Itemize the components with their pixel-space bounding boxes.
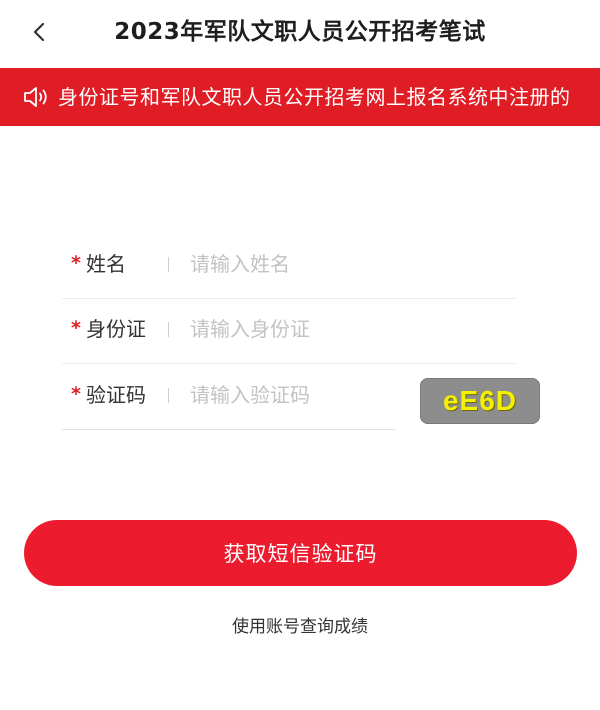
id-card-row: * 身份证 xyxy=(62,297,516,364)
required-mark: * xyxy=(71,317,81,339)
field-separator xyxy=(168,257,169,272)
query-page: 2023年军队文职人员公开招考笔试 身份证号和军队文职人员公开招考网上报名系统中… xyxy=(0,0,600,710)
required-mark: * xyxy=(71,252,81,274)
account-query-link[interactable]: 使用账号查询成绩 xyxy=(0,612,600,637)
name-label: 姓名 xyxy=(86,252,126,276)
captcha-code: eE6D xyxy=(442,385,518,416)
top-bar: 2023年军队文职人员公开招考笔试 xyxy=(0,0,600,66)
id-card-label: 身份证 xyxy=(86,317,146,341)
id-card-input[interactable] xyxy=(190,313,510,345)
field-separator xyxy=(168,322,169,337)
captcha-label: 验证码 xyxy=(86,383,146,407)
name-row: * 姓名 xyxy=(62,232,516,299)
captcha-row: * 验证码 xyxy=(62,363,396,430)
captcha-image[interactable]: eE6D xyxy=(420,378,540,424)
name-input[interactable] xyxy=(190,248,510,280)
notice-bar: 身份证号和军队文职人员公开招考网上报名系统中注册的 xyxy=(0,68,600,126)
notice-text: 身份证号和军队文职人员公开招考网上报名系统中注册的 xyxy=(58,85,571,109)
required-mark: * xyxy=(71,383,81,405)
page-title: 2023年军队文职人员公开招考笔试 xyxy=(114,19,486,45)
captcha-input[interactable] xyxy=(190,379,390,411)
field-separator xyxy=(168,388,169,403)
speaker-icon xyxy=(24,87,47,107)
get-sms-code-button[interactable]: 获取短信验证码 xyxy=(24,520,577,586)
